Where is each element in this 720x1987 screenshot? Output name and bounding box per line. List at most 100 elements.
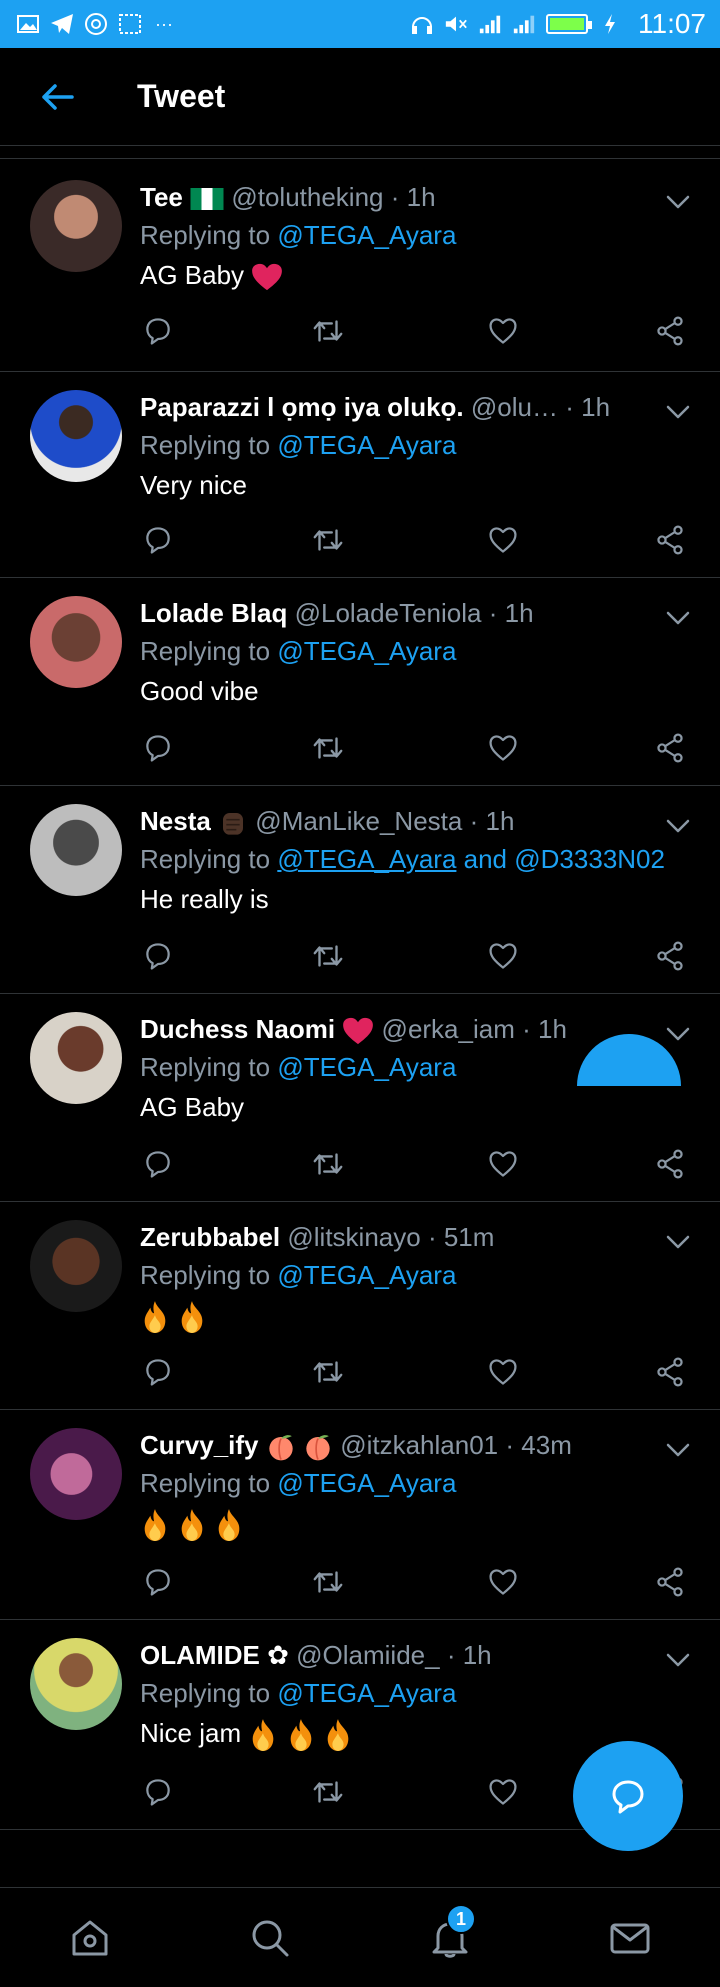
reply-button[interactable] xyxy=(140,1564,176,1600)
retweet-button[interactable] xyxy=(310,730,346,766)
tweet-actions xyxy=(140,1354,690,1394)
reply-icon xyxy=(142,732,174,764)
avatar[interactable] xyxy=(30,1012,122,1104)
share-button[interactable] xyxy=(652,730,688,766)
mention-link[interactable]: @TEGA_Ayara xyxy=(277,1052,456,1082)
tweet[interactable]: Curvy_ify @itzkahlan01 · 43m Replying to… xyxy=(0,1410,720,1620)
tweet-text: AG Baby xyxy=(140,258,283,292)
retweet-button[interactable] xyxy=(310,1354,346,1390)
like-button[interactable] xyxy=(485,313,521,349)
like-button[interactable] xyxy=(485,1564,521,1600)
retweet-button[interactable] xyxy=(310,313,346,349)
display-name[interactable]: Curvy_ify xyxy=(140,1430,259,1460)
search-icon xyxy=(252,1920,289,1957)
mention-link[interactable]: @TEGA_Ayara xyxy=(277,430,456,460)
reply-button[interactable] xyxy=(140,313,176,349)
retweet-button[interactable] xyxy=(310,938,346,974)
reply-button[interactable] xyxy=(140,1774,176,1810)
tweet[interactable]: Lolade Blaq @LoladeTeniola · 1h Replying… xyxy=(0,578,720,786)
chevron-down-icon[interactable] xyxy=(664,604,692,632)
display-name[interactable]: Tee xyxy=(140,182,183,212)
tweet-text: He really is xyxy=(140,884,269,914)
avatar[interactable] xyxy=(30,1428,122,1520)
avatar[interactable] xyxy=(30,1220,122,1312)
display-name[interactable]: Paparazzi l ọmọ iya olukọ. xyxy=(140,392,464,422)
like-icon xyxy=(487,315,519,347)
handle: @erka_iam xyxy=(381,1014,515,1044)
mention-link[interactable]: @TEGA_Ayara xyxy=(277,1468,456,1498)
retweet-icon xyxy=(311,1147,345,1181)
nav-search[interactable] xyxy=(242,1910,298,1966)
like-button[interactable] xyxy=(485,1146,521,1182)
nav-notifications[interactable]: 1 xyxy=(422,1904,478,1966)
like-button[interactable] xyxy=(485,730,521,766)
chevron-down-icon[interactable] xyxy=(664,1436,692,1464)
retweet-button[interactable] xyxy=(310,522,346,558)
reply-button[interactable] xyxy=(140,522,176,558)
compose-button[interactable] xyxy=(573,1741,683,1851)
battery-icon xyxy=(546,14,592,34)
chevron-down-icon[interactable] xyxy=(664,1646,692,1674)
avatar[interactable] xyxy=(30,180,122,272)
share-button[interactable] xyxy=(652,938,688,974)
avatar[interactable] xyxy=(30,596,122,688)
chevron-down-icon[interactable] xyxy=(664,398,692,426)
fire-icon xyxy=(140,1300,170,1334)
replying-to: Replying to @TEGA_Ayara xyxy=(140,430,457,460)
timestamp: 51m xyxy=(443,1222,495,1252)
mention-link[interactable]: @TEGA_Ayara xyxy=(277,844,456,874)
avatar[interactable] xyxy=(30,1638,122,1730)
mention-link[interactable]: @TEGA_Ayara xyxy=(277,1678,456,1708)
handle: @itzkahlan01 xyxy=(340,1430,499,1460)
tweet[interactable]: Duchess Naomi @erka_iam · 1h Replying to… xyxy=(0,994,720,1202)
display-name[interactable]: Nesta xyxy=(140,806,211,836)
like-button[interactable] xyxy=(485,522,521,558)
tweet-actions xyxy=(140,938,690,978)
share-button[interactable] xyxy=(652,1564,688,1600)
avatar[interactable] xyxy=(30,390,122,482)
display-name[interactable]: OLAMIDE ✿ xyxy=(140,1640,289,1670)
more-notifications-icon: ··· xyxy=(155,13,173,34)
retweet-icon xyxy=(311,1355,345,1389)
avatar[interactable] xyxy=(30,804,122,896)
share-button[interactable] xyxy=(652,1146,688,1182)
tweet[interactable]: Paparazzi l ọmọ iya olukọ. @olu… · 1h Re… xyxy=(0,372,720,578)
chevron-down-icon[interactable] xyxy=(664,812,692,840)
reply-button[interactable] xyxy=(140,1354,176,1390)
retweet-button[interactable] xyxy=(310,1146,346,1182)
nav-home[interactable] xyxy=(62,1910,118,1966)
share-button[interactable] xyxy=(652,522,688,558)
mention-link-2[interactable]: @D3333N02 xyxy=(514,844,665,874)
like-button[interactable] xyxy=(485,1774,521,1810)
reply-button[interactable] xyxy=(140,730,176,766)
mention-link[interactable]: @TEGA_Ayara xyxy=(277,636,456,666)
tweet[interactable]: Zerubbabel @litskinayo · 51m Replying to… xyxy=(0,1202,720,1410)
retweet-button[interactable] xyxy=(310,1564,346,1600)
red-heart-icon xyxy=(251,263,283,291)
tweet-text xyxy=(140,1506,244,1542)
mention-link[interactable]: @TEGA_Ayara xyxy=(277,220,456,250)
tweet[interactable]: Tee @tolutheking · 1h Replying to @TEGA_… xyxy=(0,160,720,372)
display-name[interactable]: Duchess Naomi xyxy=(140,1014,335,1044)
like-button[interactable] xyxy=(485,1354,521,1390)
tweet[interactable]: Nesta @ManLike_Nesta · 1h Replying to @T… xyxy=(0,786,720,994)
tweet-actions xyxy=(140,313,690,353)
back-button[interactable] xyxy=(27,67,87,127)
share-button[interactable] xyxy=(652,313,688,349)
like-icon xyxy=(487,524,519,556)
like-button[interactable] xyxy=(485,938,521,974)
reply-button[interactable] xyxy=(140,938,176,974)
display-name[interactable]: Zerubbabel xyxy=(140,1222,280,1252)
share-button[interactable] xyxy=(652,1354,688,1390)
handle: @tolutheking xyxy=(231,182,384,212)
chevron-down-icon[interactable] xyxy=(664,188,692,216)
reply-button[interactable] xyxy=(140,1146,176,1182)
timestamp: 1h xyxy=(504,598,534,628)
status-bar: ··· 11:07 xyxy=(0,0,720,48)
retweet-button[interactable] xyxy=(310,1774,346,1810)
chevron-down-icon[interactable] xyxy=(664,1228,692,1256)
nav-messages[interactable] xyxy=(602,1910,658,1966)
display-name[interactable]: Lolade Blaq xyxy=(140,598,287,628)
chevron-down-icon[interactable] xyxy=(664,1020,692,1048)
mention-link[interactable]: @TEGA_Ayara xyxy=(277,1260,456,1290)
